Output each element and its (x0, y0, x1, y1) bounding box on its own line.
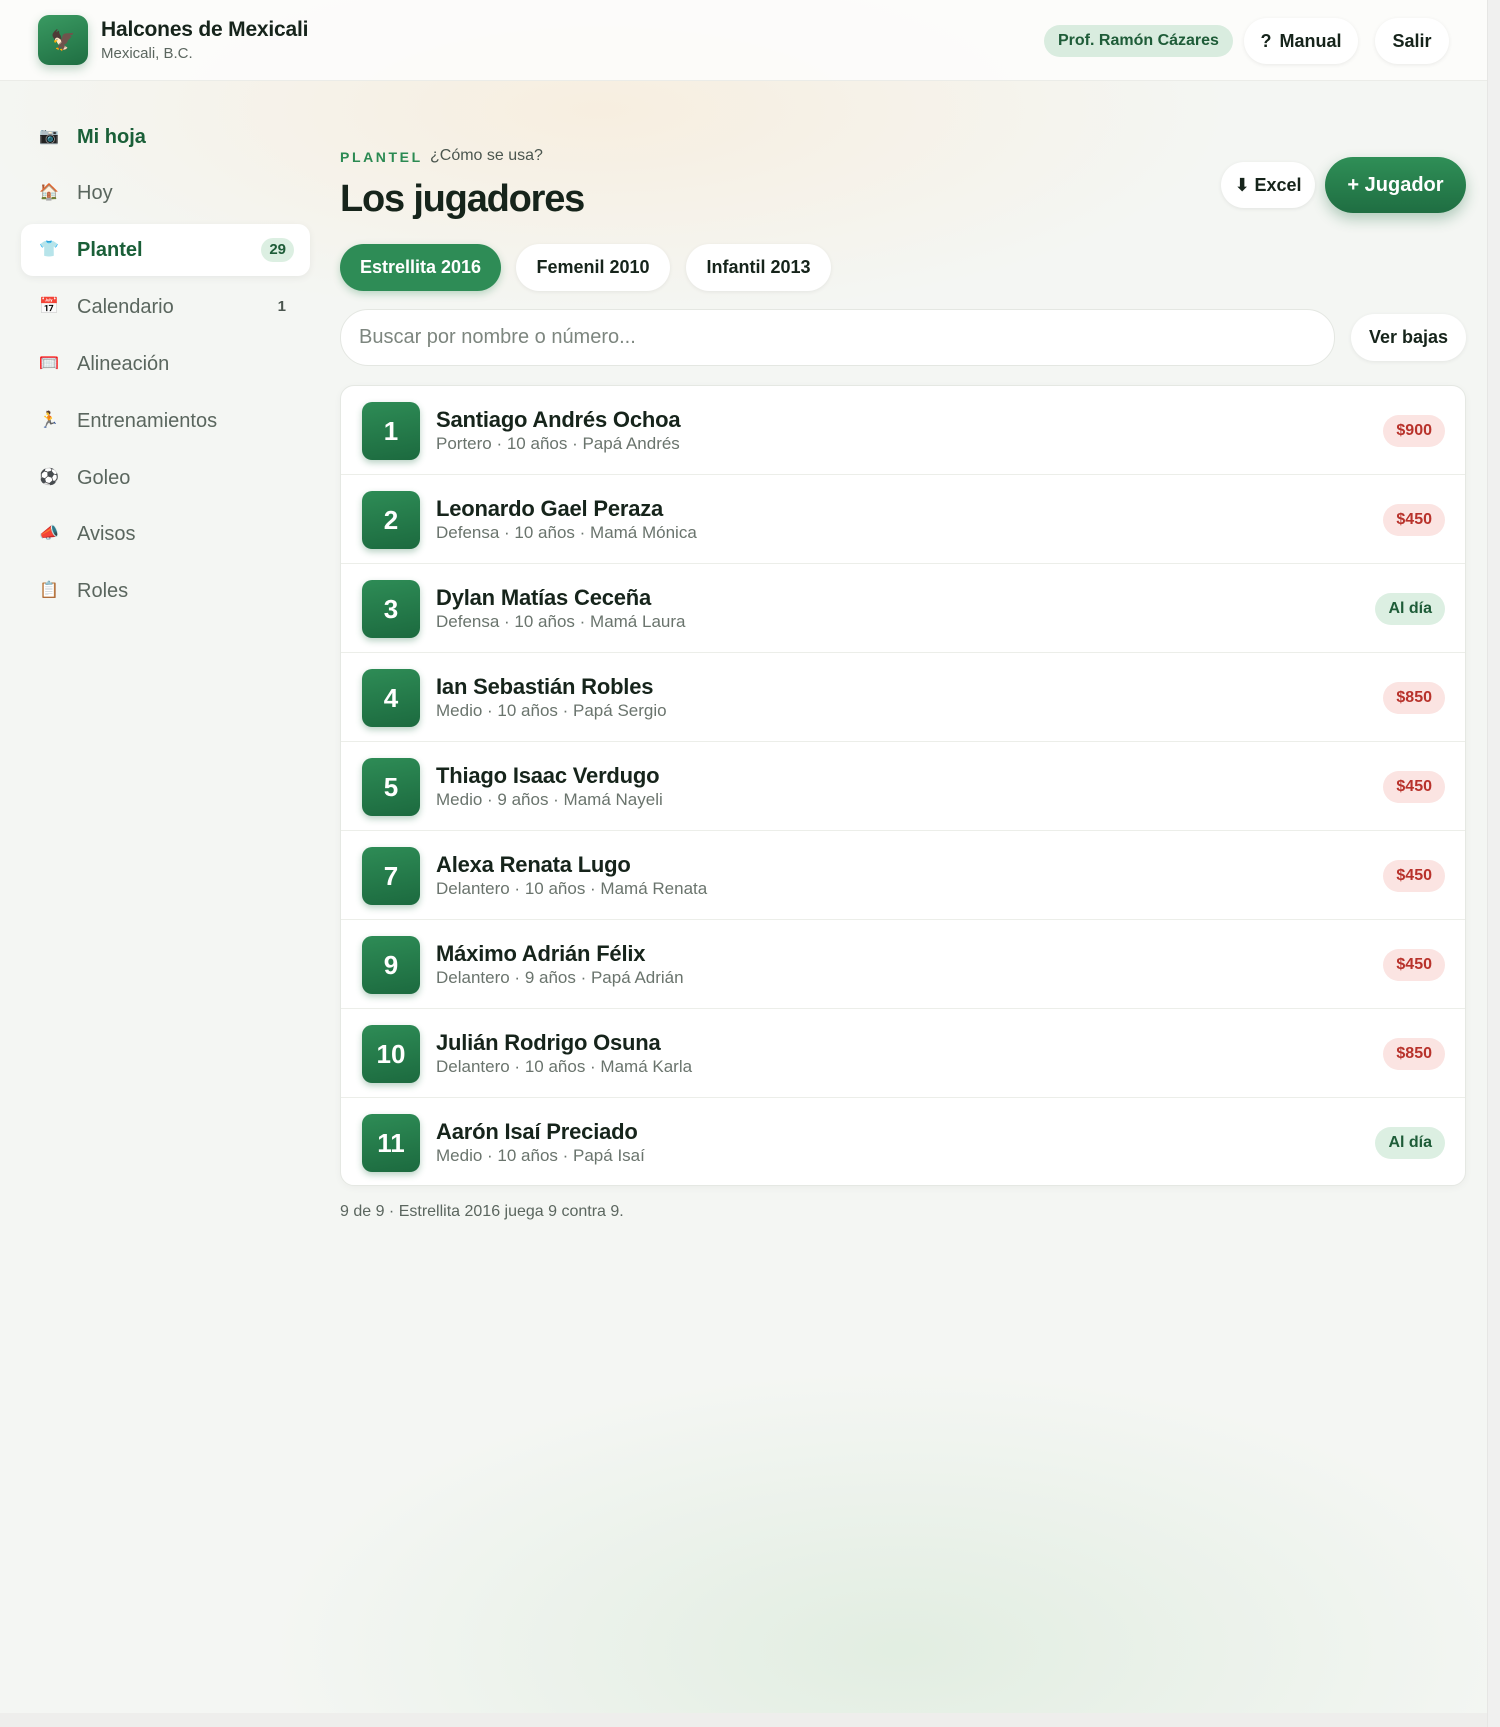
player-row[interactable]: 5 Thiago Isaac Verdugo Medio · 9 años · Ma… (341, 742, 1465, 831)
jersey-number: 2 (362, 491, 420, 549)
player-row[interactable]: 4 Ian Sebastián Robles Medio · 10 años · P… (341, 653, 1465, 742)
jersey-number: 11 (362, 1114, 420, 1172)
roles-icon: 📋 (39, 582, 59, 599)
count-badge: 1 (277, 298, 286, 315)
player-meta: Delantero · 10 años · Mamá Renata (436, 879, 708, 898)
player-name: Dylan Matías Ceceña (436, 585, 652, 610)
player-meta: Delantero · 9 años · Papá Adrián (436, 968, 684, 987)
jersey-number: 1 (362, 402, 420, 460)
player-row[interactable]: 9 Máximo Adrián Félix Delantero · 9 años ·… (341, 920, 1465, 1009)
payment-status-badge: $450 (1383, 771, 1445, 803)
camera-icon: 📷 (39, 128, 59, 145)
manual-button[interactable]: ? Manual (1244, 18, 1358, 64)
player-name: Leonardo Gael Peraza (436, 496, 664, 521)
megaphone-icon: 📣 (39, 525, 59, 542)
horizontal-scroll-track (0, 1713, 1487, 1727)
sidebar-item-label: Roles (77, 580, 129, 602)
sidebar-item-roles[interactable]: 📋 Roles (21, 565, 310, 617)
help-link[interactable]: ¿Cómo se usa? (430, 147, 543, 165)
player-meta: Medio · 10 años · Papá Isaí (436, 1146, 645, 1165)
question-icon: ? (1260, 31, 1272, 51)
search-input[interactable] (340, 309, 1335, 366)
add-player-button[interactable]: + Jugador (1325, 157, 1466, 213)
player-meta: Medio · 9 años · Mamá Nayeli (436, 790, 663, 809)
falcon-icon[interactable]: 🦅 (38, 15, 88, 65)
player-name: Julián Rodrigo Osuna (436, 1030, 661, 1055)
jersey-number: 3 (362, 580, 420, 638)
payment-status-badge: $450 (1383, 949, 1445, 981)
player-name: Máximo Adrián Félix (436, 941, 646, 966)
sidebar-item-calendario[interactable]: 📅 Calendario 1 (21, 281, 310, 333)
sidebar-item-goleo[interactable]: ⚽ Goleo (21, 452, 310, 504)
sidebar-item-mi-hoja[interactable]: 📷 Mi hoja (21, 111, 310, 163)
payment-status-badge: $450 (1383, 860, 1445, 892)
house-icon: 🏠 (39, 184, 59, 201)
player-name: Alexa Renata Lugo (436, 852, 631, 877)
player-row[interactable]: 10 Julián Rodrigo Osuna Delantero · 10 año… (341, 1009, 1465, 1098)
player-meta: Defensa · 10 años · Mamá Laura (436, 612, 686, 631)
club-city: Mexicali, B.C. (101, 45, 193, 62)
logout-button[interactable]: Salir (1375, 18, 1449, 64)
tab-femenil-2010[interactable]: Femenil 2010 (516, 244, 670, 291)
payment-status-badge: $850 (1383, 1038, 1445, 1070)
section-eyebrow: PLANTEL (340, 149, 423, 165)
player-meta: Portero · 10 años · Papá Andrés (436, 434, 680, 453)
sidebar-item-label: Avisos (77, 523, 136, 545)
count-badge: 29 (261, 238, 294, 262)
sidebar-item-label: Plantel (77, 239, 143, 261)
ball-icon: ⚽ (39, 469, 59, 486)
jersey-number: 7 (362, 847, 420, 905)
jersey-number: 9 (362, 936, 420, 994)
tab-infantil-2013[interactable]: Infantil 2013 (686, 244, 831, 291)
sidebar-item-label: Alineación (77, 353, 170, 375)
show-dropped-button[interactable]: Ver bajas (1351, 314, 1466, 361)
sidebar-item-avisos[interactable]: 📣 Avisos (21, 508, 310, 560)
player-row[interactable]: 1 Santiago Andrés Ochoa Portero · 10 años … (341, 386, 1465, 475)
excel-export-button[interactable]: ⬇ Excel (1221, 162, 1315, 208)
top-bar: 🦅 Halcones de Mexicali Mexicali, B.C. Pr… (0, 0, 1487, 81)
player-meta: Delantero · 10 años · Mamá Karla (436, 1057, 693, 1076)
tab-estrellita-2016[interactable]: Estrellita 2016 (340, 244, 501, 291)
club-name: Halcones de Mexicali (101, 18, 309, 41)
shirt-icon: 👕 (39, 241, 59, 258)
player-list: 1 Santiago Andrés Ochoa Portero · 10 años … (340, 385, 1466, 1186)
sidebar-item-label: Entrenamientos (77, 410, 218, 432)
sidebar-item-label: Goleo (77, 467, 131, 489)
jersey-number: 5 (362, 758, 420, 816)
jersey-number: 4 (362, 669, 420, 727)
player-name: Ian Sebastián Robles (436, 674, 654, 699)
player-name: Santiago Andrés Ochoa (436, 407, 681, 432)
payment-status-badge: $850 (1383, 682, 1445, 714)
payment-status-badge: Al día (1375, 1127, 1445, 1159)
jersey-number: 10 (362, 1025, 420, 1083)
page-title: Los jugadores (340, 178, 585, 220)
player-row[interactable]: 7 Alexa Renata Lugo Delantero · 10 años · … (341, 831, 1465, 920)
goal-icon: 🥅 (39, 355, 59, 372)
runner-icon: 🏃 (39, 412, 59, 429)
player-row[interactable]: 11 Aarón Isaí Preciado Medio · 10 años · P… (341, 1098, 1465, 1185)
roster-footnote: 9 de 9 · Estrellita 2016 juega 9 contra … (340, 1203, 624, 1220)
sidebar-item-hoy[interactable]: 🏠 Hoy (21, 167, 310, 219)
coach-badge: Prof. Ramón Cázares (1044, 25, 1233, 57)
sidebar-item-entrenamientos[interactable]: 🏃 Entrenamientos (21, 395, 310, 447)
player-name: Aarón Isaí Preciado (436, 1119, 638, 1144)
page-scrollbar[interactable] (1487, 0, 1500, 1727)
manual-button-label: Manual (1279, 31, 1342, 51)
player-meta: Defensa · 10 años · Mamá Mónica (436, 523, 697, 542)
sidebar-item-alineacion[interactable]: 🥅 Alineación (21, 338, 310, 390)
player-row[interactable]: 2 Leonardo Gael Peraza Defensa · 10 años ·… (341, 475, 1465, 564)
payment-status-badge: $450 (1383, 504, 1445, 536)
payment-status-badge: Al día (1375, 593, 1445, 625)
sidebar-item-label: Mi hoja (77, 126, 146, 148)
player-name: Thiago Isaac Verdugo (436, 763, 660, 788)
calendar-icon: 📅 (39, 298, 59, 315)
sidebar-item-label: Calendario (77, 296, 174, 318)
payment-status-badge: $900 (1383, 415, 1445, 447)
player-meta: Medio · 10 años · Papá Sergio (436, 701, 667, 720)
sidebar-item-label: Hoy (77, 182, 113, 204)
sidebar-item-plantel[interactable]: 👕 Plantel 29 (21, 224, 310, 276)
player-row[interactable]: 3 Dylan Matías Ceceña Defensa · 10 años · … (341, 564, 1465, 653)
